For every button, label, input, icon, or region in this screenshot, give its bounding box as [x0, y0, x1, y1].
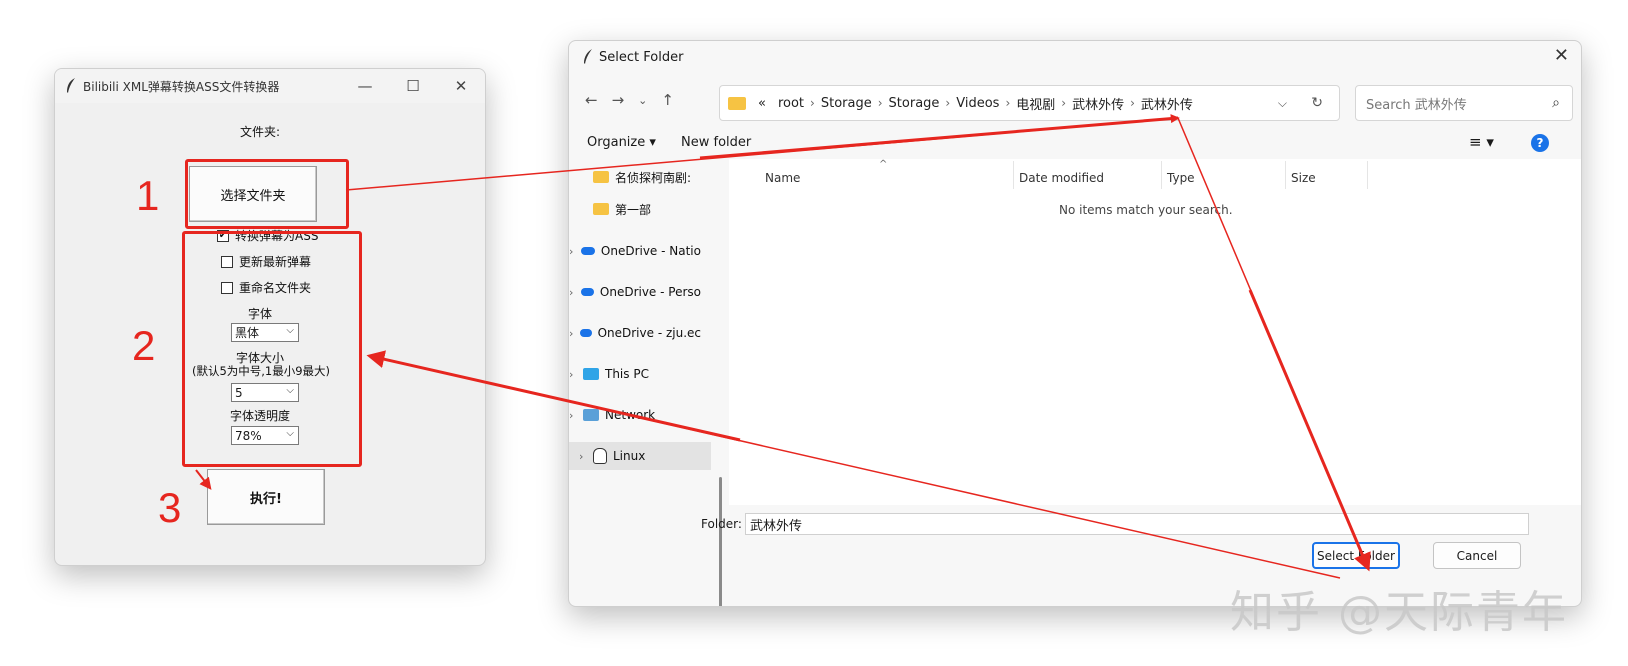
- chevron-right-icon: ›: [810, 96, 815, 110]
- nav-item-label: OneDrive - Perso: [599, 285, 701, 299]
- nav-item-label: OneDrive - Natio: [600, 244, 701, 258]
- nav-item-linux[interactable]: › Linux: [569, 442, 711, 470]
- cancel-button[interactable]: Cancel: [1433, 542, 1521, 569]
- chevron-right-icon[interactable]: ›: [569, 286, 581, 299]
- nav-item-onedrive[interactable]: › OneDrive - Perso: [569, 278, 701, 306]
- nav-item-onedrive[interactable]: › OneDrive - zju.ec: [569, 319, 701, 347]
- column-name[interactable]: Name: [765, 171, 800, 185]
- refresh-icon[interactable]: ↻: [1311, 95, 1323, 111]
- breadcrumb-item[interactable]: 电视剧: [1016, 94, 1055, 113]
- folder-name-value: 武林外传: [750, 518, 803, 534]
- chevron-right-icon[interactable]: ›: [569, 245, 581, 258]
- column-divider[interactable]: [1367, 161, 1368, 189]
- nav-item-label: This PC: [605, 367, 649, 381]
- cloud-icon: [581, 247, 595, 255]
- chevron-right-icon: ›: [945, 96, 951, 110]
- chevron-right-icon: ›: [1061, 96, 1067, 110]
- chevron-right-icon[interactable]: ›: [569, 368, 583, 381]
- folder-label: 文件夹:: [239, 125, 281, 139]
- pc-icon: [583, 368, 599, 380]
- nav-item[interactable]: 第一部: [569, 195, 711, 223]
- organize-button[interactable]: Organize ▾: [587, 135, 656, 150]
- search-placeholder: Search 武林外传: [1366, 97, 1467, 113]
- breadcrumb-item[interactable]: root: [778, 96, 804, 111]
- navigation-pane: 名侦探柯南剧: 第一部 › OneDrive - Natio › OneDriv…: [569, 159, 727, 606]
- nav-item-label: Linux: [613, 449, 646, 463]
- folder-field-label: Folder:: [701, 517, 742, 531]
- annotation-box-1: [185, 159, 349, 229]
- breadcrumb-item[interactable]: 武林外传: [1141, 94, 1193, 113]
- chevron-right-icon: ›: [1130, 96, 1135, 110]
- chevron-right-icon[interactable]: ›: [579, 450, 593, 463]
- folder-name-input[interactable]: 武林外传: [745, 513, 1529, 535]
- annotation-box-2: [182, 231, 362, 467]
- chevron-right-icon: ›: [877, 96, 883, 110]
- column-divider[interactable]: [1161, 161, 1162, 189]
- chevron-right-icon: ›: [1005, 96, 1011, 110]
- chevron-down-icon[interactable]: ⌵: [1278, 96, 1287, 111]
- up-arrow-icon[interactable]: ↑: [661, 91, 674, 109]
- close-button[interactable]: ✕: [437, 77, 485, 95]
- file-list-pane: ^ Name Date modified Type Size No items …: [729, 159, 1581, 505]
- nav-item-onedrive[interactable]: › OneDrive - Natio: [569, 237, 701, 265]
- breadcrumb-overflow[interactable]: «: [758, 96, 766, 111]
- dialog-titlebar: Select Folder: [583, 49, 683, 65]
- column-date-modified[interactable]: Date modified: [1019, 171, 1104, 185]
- view-options-icon[interactable]: ≡ ▾: [1469, 133, 1494, 151]
- cloud-icon: [580, 288, 594, 296]
- linux-icon: [593, 448, 607, 464]
- converter-titlebar: Bilibili XML弹幕转换ASS文件转换器 — ☐ ✕: [55, 69, 485, 103]
- column-divider[interactable]: [1285, 161, 1286, 189]
- close-icon[interactable]: ✕: [1554, 45, 1569, 66]
- nav-item-label: 第一部: [615, 202, 652, 217]
- new-folder-button[interactable]: New folder: [681, 135, 751, 150]
- sort-chevron-icon: ^: [879, 159, 888, 170]
- network-icon: [583, 409, 599, 421]
- folder-icon: [593, 171, 609, 183]
- breadcrumb-item[interactable]: Videos: [956, 96, 999, 111]
- maximize-button[interactable]: ☐: [389, 77, 437, 95]
- dialog-title: Select Folder: [599, 49, 684, 65]
- search-input[interactable]: Search 武林外传 ⌕: [1355, 85, 1573, 121]
- folder-icon: [593, 203, 609, 215]
- forward-arrow-icon[interactable]: →: [612, 91, 625, 109]
- nav-scrollbar[interactable]: [719, 477, 722, 606]
- select-folder-confirm-button[interactable]: Select Folder: [1312, 542, 1400, 569]
- run-button[interactable]: 执行!: [207, 469, 325, 525]
- search-icon: ⌕: [1552, 95, 1560, 111]
- select-folder-dialog: Select Folder ✕ ← → ⌄ ↑ « root › Storage ›…: [568, 40, 1582, 607]
- nav-item-this-pc[interactable]: › This PC: [569, 360, 701, 388]
- address-bar[interactable]: « root › Storage › Storage › Videos › 电视剧 › 武…: [719, 85, 1340, 121]
- annotation-number-3: 3: [158, 484, 182, 531]
- nav-item-label: OneDrive - zju.ec: [597, 326, 701, 340]
- nav-buttons: ← → ⌄ ↑: [585, 91, 674, 109]
- breadcrumb-item[interactable]: Storage: [889, 96, 940, 111]
- column-divider[interactable]: [1013, 161, 1014, 189]
- help-icon[interactable]: ?: [1531, 134, 1549, 152]
- breadcrumb-item[interactable]: 武林外传: [1072, 94, 1124, 113]
- chevron-right-icon[interactable]: ›: [569, 409, 583, 422]
- nav-item-label: 名侦探柯南剧:: [615, 170, 692, 185]
- breadcrumb-item[interactable]: Storage: [821, 96, 872, 111]
- folder-icon: [728, 96, 746, 110]
- dialog-toolbar: Organize ▾ New folder ≡ ▾ ?: [569, 129, 1581, 157]
- feather-icon: [67, 78, 75, 93]
- minimize-button[interactable]: —: [341, 77, 389, 95]
- nav-item[interactable]: 名侦探柯南剧:: [569, 163, 711, 191]
- recent-chevron-icon[interactable]: ⌄: [638, 91, 647, 109]
- feather-icon: [584, 49, 592, 64]
- back-arrow-icon[interactable]: ←: [585, 91, 598, 109]
- nav-item-network[interactable]: › Network: [569, 401, 701, 429]
- converter-title: Bilibili XML弹幕转换ASS文件转换器: [83, 79, 280, 94]
- watermark: 知乎 @天际青年: [1230, 587, 1568, 638]
- empty-message: No items match your search.: [1059, 203, 1233, 217]
- column-type[interactable]: Type: [1167, 171, 1195, 185]
- cloud-icon: [579, 329, 592, 337]
- annotation-number-1: 1: [136, 172, 160, 219]
- nav-item-label: Network: [605, 408, 656, 422]
- annotation-number-2: 2: [132, 322, 156, 369]
- column-size[interactable]: Size: [1291, 171, 1316, 185]
- chevron-right-icon[interactable]: ›: [569, 327, 580, 340]
